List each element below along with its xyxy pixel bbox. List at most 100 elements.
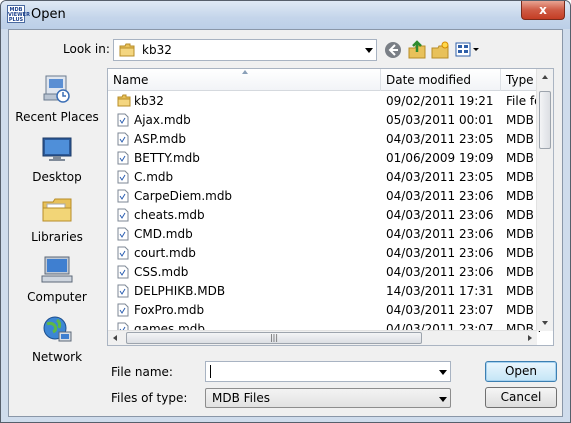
chevron-down-icon[interactable] [439,397,447,402]
places-bar: Recent Places Desktop Libraries Computer… [11,68,103,364]
open-button[interactable]: Open [485,361,557,382]
file-date: 09/02/2011 19:21 [386,94,494,108]
file-date: 01/06/2009 19:09 [386,151,494,165]
place-desktop[interactable]: Desktop [11,132,103,190]
file-date: 04/03/2011 23:07 [386,303,494,317]
close-button[interactable]: x [521,1,565,20]
file-name: kb32 [134,94,164,108]
horizontal-scrollbar[interactable]: ||| [108,330,537,345]
vertical-scrollbar[interactable] [536,69,553,331]
app-icon-line: PLUS [8,17,24,23]
files-of-type-value: MDB Files [212,391,270,405]
file-name: court.mdb [134,246,196,260]
file-date: 04/03/2011 23:06 [386,227,494,241]
list-header: Name Date modified Type [108,69,542,91]
place-recent-places[interactable]: Recent Places [11,72,103,130]
file-date: 04/03/2011 23:05 [386,170,494,184]
mdb-file-icon [117,113,129,127]
file-name: DELPHIKB.MDB [134,284,226,298]
file-name: CMD.mdb [134,227,193,241]
table-row[interactable]: FoxPro.mdb 04/03/2011 23:07 MDB F [108,301,542,320]
mdb-file-icon [117,284,129,298]
desktop-icon [42,137,72,161]
table-row[interactable]: DELPHIKB.MDB 14/03/2011 17:31 MDB F [108,282,542,301]
libraries-icon [42,198,72,222]
table-row[interactable]: CSS.mdb 04/03/2011 23:06 MDB F [108,263,542,282]
file-date: 04/03/2011 23:05 [386,132,494,146]
text-caret [210,365,211,378]
place-label: Desktop [32,170,82,184]
file-name: CarpeDiem.mdb [134,189,233,203]
table-row[interactable]: cheats.mdb 04/03/2011 23:06 MDB F [108,206,542,225]
file-date: 14/03/2011 17:31 [386,284,494,298]
scroll-up-icon[interactable] [542,75,548,79]
file-date: 04/03/2011 23:06 [386,208,494,222]
file-date: 05/03/2011 00:01 [386,113,494,127]
table-row[interactable]: CMD.mdb 04/03/2011 23:06 MDB F [108,225,542,244]
chevron-down-icon[interactable] [365,48,373,53]
table-row[interactable]: BETTY.mdb 01/06/2009 19:09 MDB F [108,149,542,168]
mdb-file-icon [117,303,129,317]
app-icon: MDB VIEWER PLUS [7,5,30,23]
mdb-file-icon [117,265,129,279]
chevron-down-icon[interactable] [439,370,447,375]
place-label: Network [31,350,83,364]
file-list[interactable]: Name Date modified Type kb32 09/02/2011 1… [107,68,554,346]
scroll-thumb[interactable] [539,91,551,149]
mdb-file-icon [117,170,129,184]
file-name: ASP.mdb [134,132,186,146]
column-label: Name [113,73,149,87]
sort-ascending-icon [242,70,248,74]
mdb-file-icon [117,151,129,165]
place-libraries[interactable]: Libraries [11,192,103,250]
open-dialog: MDB VIEWER PLUS Open x Look in: kb32 Rec… [0,0,571,423]
place-label: Computer [27,290,87,304]
column-header-date[interactable]: Date modified [381,69,501,91]
mdb-file-icon [117,208,129,222]
views-menu-icon[interactable] [454,40,480,60]
cancel-button[interactable]: Cancel [485,387,557,408]
network-icon [43,316,72,342]
new-folder-icon[interactable] [430,40,450,60]
scroll-down-icon[interactable] [542,321,548,325]
place-label: Libraries [31,230,83,244]
mdb-file-icon [117,132,129,146]
files-of-type-select[interactable]: MDB Files [205,388,451,408]
table-row[interactable]: court.mdb 04/03/2011 23:06 MDB F [108,244,542,263]
place-label: Recent Places [15,110,99,124]
scroll-right-icon[interactable] [528,335,532,341]
column-label: Date modified [386,73,472,87]
file-name-input[interactable] [205,361,451,382]
table-row[interactable]: kb32 09/02/2011 19:21 File fol [108,92,542,111]
table-row[interactable]: C.mdb 04/03/2011 23:05 MDB F [108,168,542,187]
column-header-name[interactable]: Name [108,69,381,91]
column-label: Type [506,73,534,87]
table-row[interactable]: CarpeDiem.mdb 04/03/2011 23:06 MDB F [108,187,542,206]
title-bar: MDB VIEWER PLUS Open x [1,1,570,29]
mdb-file-icon [117,246,129,260]
scroll-left-icon[interactable] [113,335,117,341]
computer-icon [41,256,73,283]
mdb-file-icon [117,227,129,241]
dialog-body: Look in: kb32 Recent Places Desktop Libr… [8,29,563,417]
scroll-thumb[interactable]: ||| [126,332,422,344]
up-folder-icon[interactable] [407,40,427,60]
place-network[interactable]: Network [11,312,103,370]
look-in-value: kb32 [142,43,172,57]
file-name: FoxPro.mdb [134,303,205,317]
look-in-label: Look in: [63,42,110,56]
place-computer[interactable]: Computer [11,252,103,310]
file-name: cheats.mdb [134,208,205,222]
mdb-file-icon [117,189,129,203]
recent-places-icon [43,75,70,103]
file-rows: kb32 09/02/2011 19:21 File fol Ajax.mdb 05/0… [108,92,542,332]
table-row[interactable]: Ajax.mdb 05/03/2011 00:01 MDB F [108,111,542,130]
back-icon[interactable] [383,40,403,60]
folder-icon [119,43,135,57]
file-date: 04/03/2011 23:06 [386,246,494,260]
table-row[interactable]: ASP.mdb 04/03/2011 23:05 MDB F [108,130,542,149]
folder-icon [117,94,131,107]
files-of-type-label: Files of type: [111,391,188,405]
file-name: CSS.mdb [134,265,189,279]
look-in-combobox[interactable]: kb32 [113,39,377,61]
